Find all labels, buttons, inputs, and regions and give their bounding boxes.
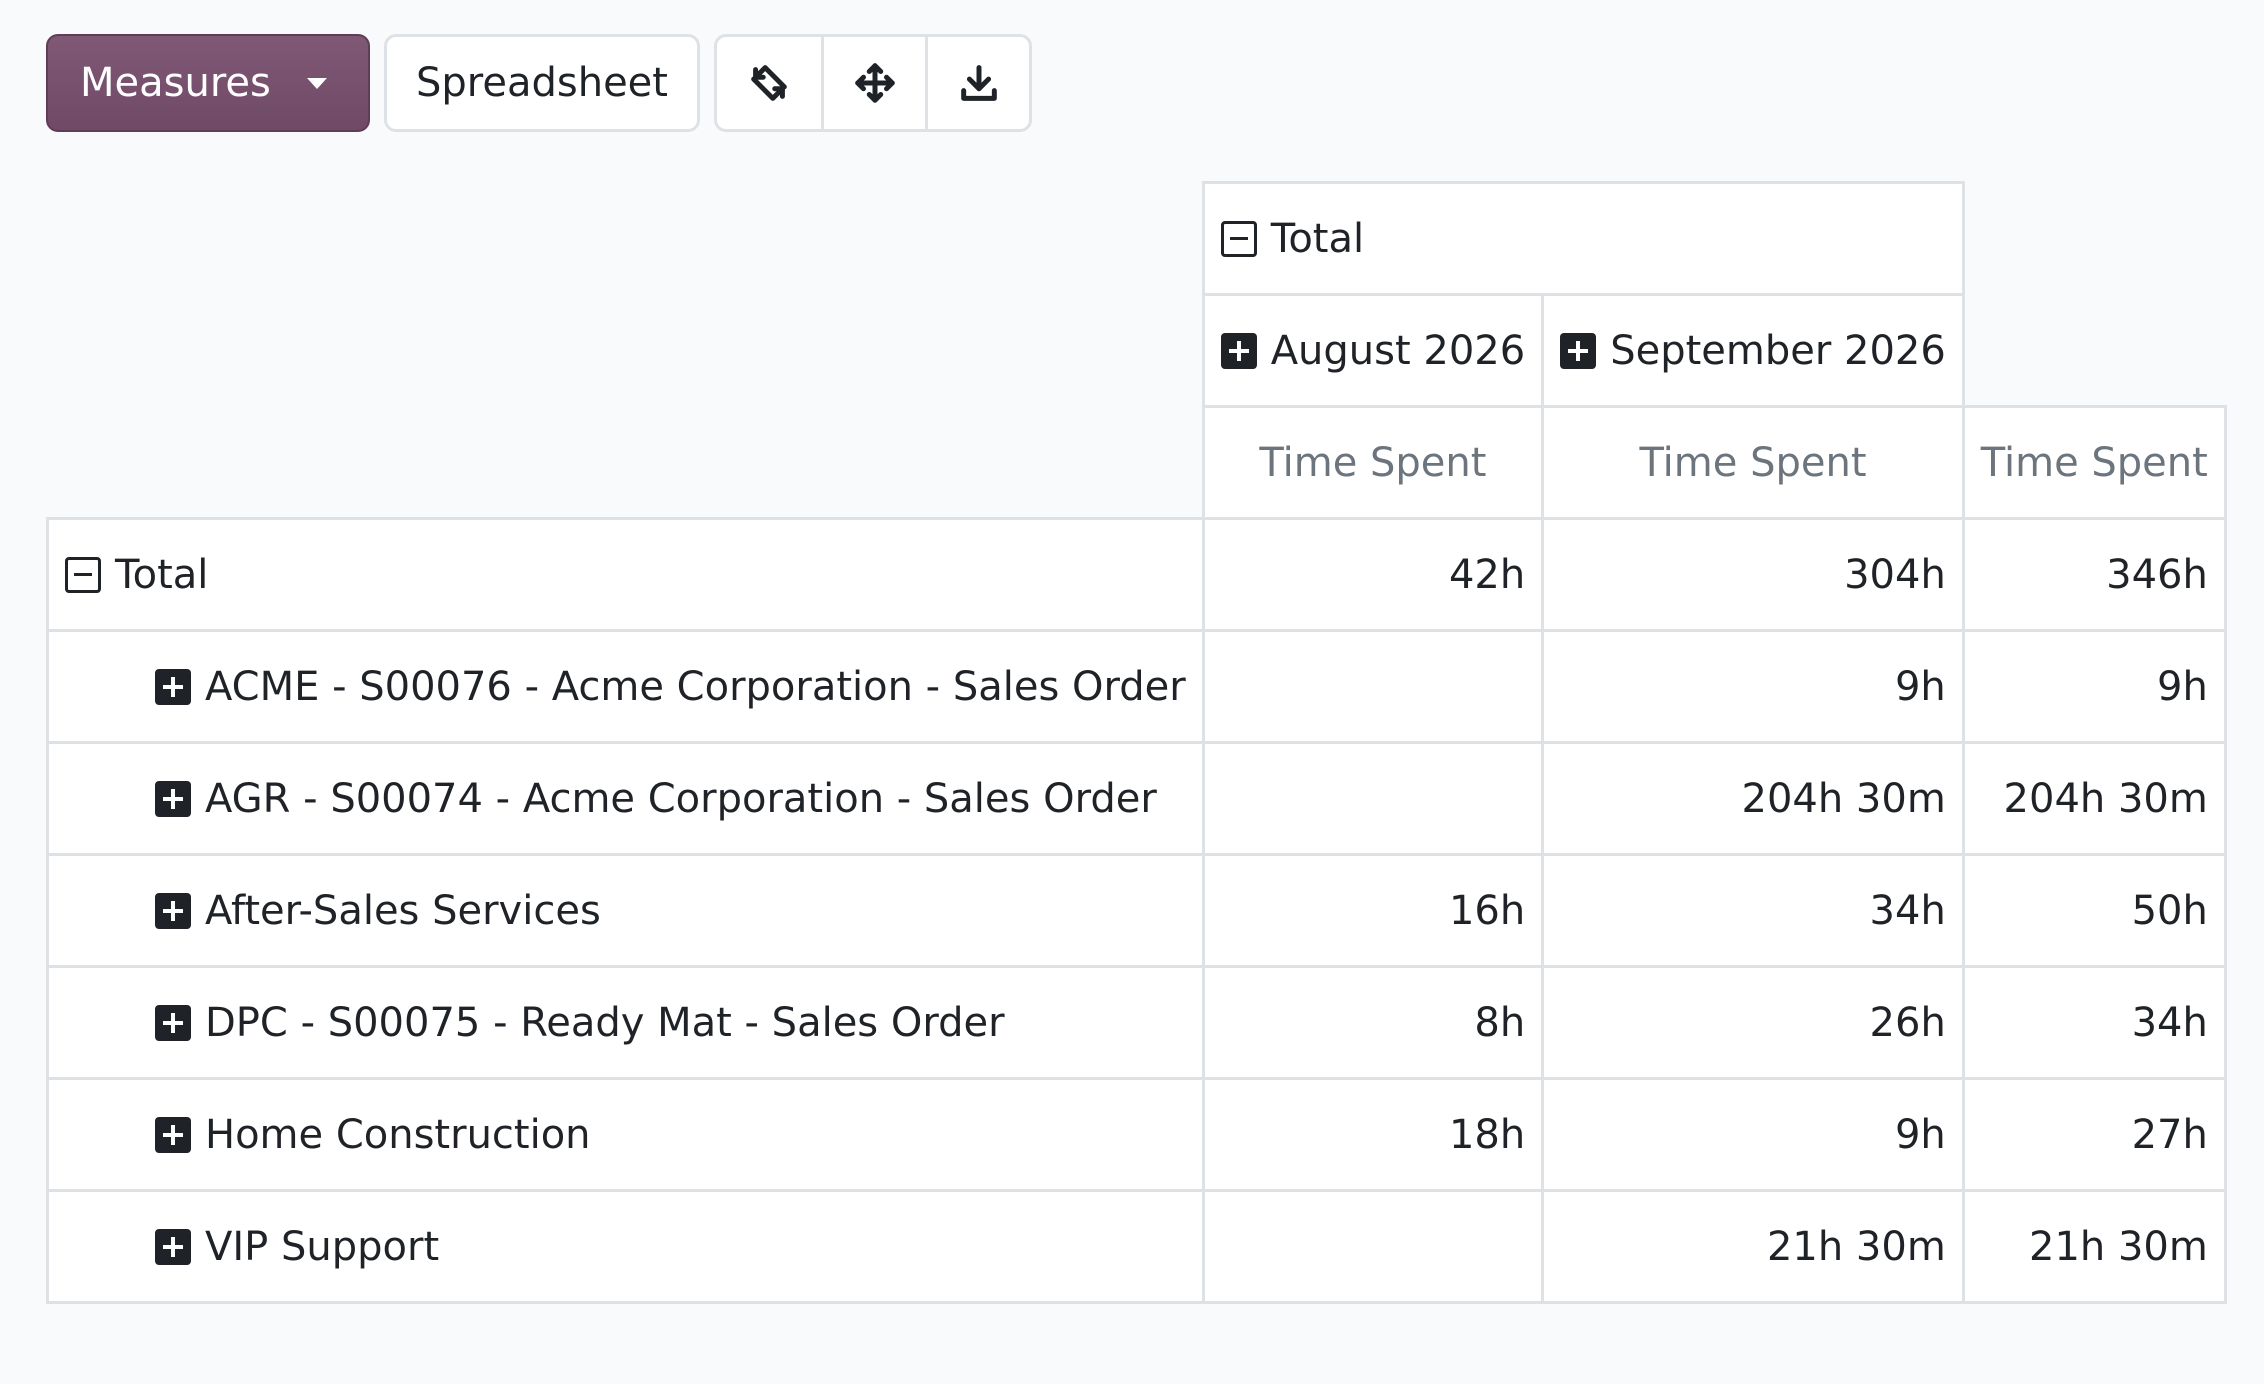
- row-header-project[interactable]: ACME - S00076 - Acme Corporation - Sales…: [46, 629, 1205, 744]
- cell-total-august[interactable]: 42h: [1201, 517, 1545, 632]
- spreadsheet-button[interactable]: Spreadsheet: [384, 34, 700, 132]
- cell-september[interactable]: 21h 30m: [1541, 1189, 1965, 1304]
- table-row: Home Construction 18h 9h 27h: [46, 1077, 2227, 1192]
- row-header-label: ACME - S00076 - Acme Corporation - Sales…: [205, 663, 1186, 710]
- cell-total-september[interactable]: 304h: [1541, 517, 1965, 632]
- column-header-row-months: August 2026 September 2026: [48, 293, 2226, 408]
- row-header-project[interactable]: DPC - S00075 - Ready Mat - Sales Order: [46, 965, 1205, 1080]
- cell-row-total[interactable]: 34h: [1961, 965, 2227, 1080]
- expand-icon: [155, 1116, 191, 1153]
- table-row: DPC - S00075 - Ready Mat - Sales Order 8…: [46, 965, 2227, 1080]
- column-header-total[interactable]: Total: [1201, 181, 1965, 296]
- column-header-label: August 2026: [1270, 327, 1526, 374]
- row-header-project[interactable]: VIP Support: [46, 1189, 1205, 1304]
- collapse-icon: [65, 556, 101, 593]
- cell-august[interactable]: 18h: [1201, 1077, 1545, 1192]
- table-row: VIP Support 21h 30m 21h 30m: [46, 1189, 2227, 1304]
- cell-august[interactable]: [1201, 741, 1545, 856]
- row-header-project[interactable]: AGR - S00074 - Acme Corporation - Sales …: [46, 741, 1205, 856]
- cell-august[interactable]: [1201, 1189, 1545, 1304]
- caret-down-icon: [306, 77, 327, 89]
- measure-header-august[interactable]: Time Spent: [1201, 405, 1545, 520]
- pivot-action-button-group: [714, 34, 1032, 132]
- row-header-project[interactable]: After-Sales Services: [46, 853, 1205, 968]
- download-icon: [960, 65, 997, 101]
- cell-total-total[interactable]: 346h: [1961, 517, 2227, 632]
- cell-september[interactable]: 9h: [1541, 629, 1965, 744]
- cell-row-total[interactable]: 50h: [1961, 853, 2227, 968]
- cell-row-total[interactable]: 21h 30m: [1961, 1189, 2227, 1304]
- expand-icon: [155, 668, 191, 705]
- row-header-label: After-Sales Services: [205, 887, 601, 934]
- cell-august[interactable]: 16h: [1201, 853, 1545, 968]
- pivot-table-container: Total August 2026 September 2026 Time Sp…: [46, 181, 2227, 1304]
- row-header-label: Home Construction: [205, 1111, 591, 1158]
- cell-september[interactable]: 26h: [1541, 965, 1965, 1080]
- empty-corner: [48, 295, 1204, 407]
- table-row: AGR - S00074 - Acme Corporation - Sales …: [46, 741, 2227, 856]
- measure-header-row: Time Spent Time Spent Time Spent: [48, 405, 2227, 520]
- measure-header-total[interactable]: Time Spent: [1961, 405, 2227, 520]
- cell-september[interactable]: 34h: [1541, 853, 1965, 968]
- row-header-label: AGR - S00074 - Acme Corporation - Sales …: [205, 775, 1157, 822]
- row-header-label: DPC - S00075 - Ready Mat - Sales Order: [205, 999, 1005, 1046]
- row-header-total[interactable]: Total: [46, 517, 1205, 632]
- column-header-row-total: Total: [48, 181, 2226, 296]
- flip-axis-button[interactable]: [717, 37, 821, 129]
- expand-all-icon: [854, 63, 895, 103]
- expand-icon: [155, 892, 191, 929]
- table-row: After-Sales Services 16h 34h 50h: [46, 853, 2227, 968]
- row-header-label: VIP Support: [205, 1223, 440, 1270]
- cell-row-total[interactable]: 9h: [1961, 629, 2227, 744]
- expand-icon: [1220, 332, 1257, 369]
- empty-corner: [48, 183, 1204, 295]
- flip-axis-icon: [751, 65, 787, 101]
- row-header-total-label: Total: [115, 551, 209, 598]
- measure-header-september[interactable]: Time Spent: [1541, 405, 1965, 520]
- table-row-total: Total 42h 304h 346h: [46, 517, 2227, 632]
- cell-august[interactable]: [1201, 629, 1545, 744]
- pivot-toolbar: Measures Spreadsheet: [46, 34, 1032, 132]
- column-header-total-label: Total: [1270, 215, 1365, 262]
- pivot-table: Total August 2026 September 2026 Time Sp…: [46, 181, 2227, 1304]
- cell-september[interactable]: 204h 30m: [1541, 741, 1965, 856]
- collapse-icon: [1220, 220, 1257, 257]
- expand-icon: [155, 780, 191, 817]
- empty-corner: [1963, 295, 2225, 407]
- expand-icon: [155, 1004, 191, 1041]
- empty-corner: [1963, 183, 2225, 295]
- table-row: ACME - S00076 - Acme Corporation - Sales…: [46, 629, 2227, 744]
- cell-september[interactable]: 9h: [1541, 1077, 1965, 1192]
- cell-row-total[interactable]: 27h: [1961, 1077, 2227, 1192]
- column-header-august-2026[interactable]: August 2026: [1201, 293, 1545, 408]
- column-header-september-2026[interactable]: September 2026: [1541, 293, 1965, 408]
- cell-row-total[interactable]: 204h 30m: [1961, 741, 2227, 856]
- measures-dropdown-button[interactable]: Measures: [46, 34, 370, 132]
- cell-august[interactable]: 8h: [1201, 965, 1545, 1080]
- download-button[interactable]: [925, 37, 1029, 129]
- empty-corner: [48, 407, 1204, 519]
- row-header-project[interactable]: Home Construction: [46, 1077, 1205, 1192]
- expand-icon: [155, 1228, 191, 1265]
- measures-button-label: Measures: [80, 60, 271, 106]
- column-header-label: September 2026: [1610, 327, 1946, 374]
- expand-icon: [1560, 332, 1597, 369]
- expand-all-button[interactable]: [821, 37, 925, 129]
